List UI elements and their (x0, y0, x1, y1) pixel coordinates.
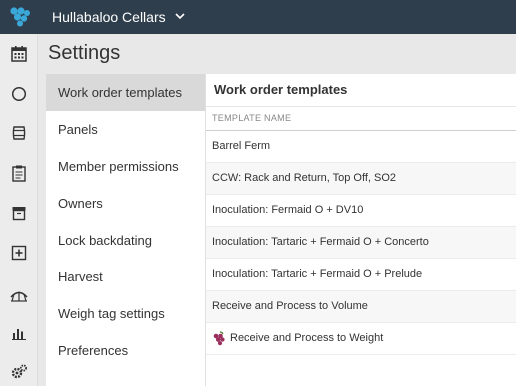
template-name[interactable]: Receive and Process to Volume (212, 300, 368, 312)
table-row[interactable]: Inoculation: Tartaric + Fermaid O + Prel… (206, 259, 516, 291)
gears-icon[interactable] (10, 363, 28, 381)
template-name[interactable]: CCW: Rack and Return, Top Off, SO2 (212, 172, 396, 184)
divider (206, 106, 516, 107)
submenu-item-work-order-templates[interactable]: Work order templates (46, 74, 205, 111)
submenu-item-panels[interactable]: Panels (46, 111, 205, 148)
submenu-item-lock-backdating[interactable]: Lock backdating (46, 222, 205, 259)
table-row[interactable]: Barrel Ferm (206, 131, 516, 163)
circle-icon[interactable] (10, 85, 28, 103)
vineyard-icon[interactable] (10, 285, 28, 303)
submenu-item-owners[interactable]: Owners (46, 185, 205, 222)
panel-title: Work order templates (214, 82, 348, 97)
grapes-icon (213, 331, 225, 346)
column-header-template-name[interactable]: TEMPLATE NAME (212, 113, 291, 123)
template-name[interactable]: Inoculation: Tartaric + Fermaid O + Conc… (212, 236, 429, 248)
chevron-down-icon[interactable] (174, 10, 186, 22)
page-title: Settings (48, 42, 121, 64)
archive-icon[interactable] (10, 204, 28, 222)
submenu-item-harvest[interactable]: Harvest (46, 258, 205, 295)
barrel-icon[interactable] (10, 124, 28, 142)
template-name[interactable]: Inoculation: Tartaric + Fermaid O + Prel… (212, 268, 422, 280)
table-row[interactable]: Receive and Process to Volume (206, 291, 516, 323)
table-row[interactable]: Inoculation: Fermaid O + DV10 (206, 195, 516, 227)
submenu-item-preferences[interactable]: Preferences (46, 332, 205, 369)
work-order-templates-panel: Work order templates TEMPLATE NAME Barre… (205, 74, 516, 386)
plus-square-icon[interactable] (10, 244, 28, 262)
table-row[interactable]: CCW: Rack and Return, Top Off, SO2 (206, 163, 516, 195)
template-name[interactable]: Receive and Process to Weight (230, 332, 383, 344)
calendar-icon[interactable] (10, 45, 28, 63)
template-name[interactable]: Barrel Ferm (212, 140, 270, 152)
grape-cluster-logo[interactable] (9, 6, 31, 28)
bar-chart-icon[interactable] (10, 324, 28, 342)
table-row[interactable]: Inoculation: Tartaric + Fermaid O + Conc… (206, 227, 516, 259)
submenu-item-weigh-tag-settings[interactable]: Weigh tag settings (46, 295, 205, 332)
clipboard-icon[interactable] (10, 164, 28, 182)
submenu-item-member-permissions[interactable]: Member permissions (46, 148, 205, 185)
left-nav (0, 34, 38, 386)
table-row[interactable]: Receive and Process to Weight (206, 323, 516, 355)
template-name[interactable]: Inoculation: Fermaid O + DV10 (212, 204, 363, 216)
settings-submenu: Work order templates Panels Member permi… (46, 74, 205, 386)
top-bar: Hullabaloo Cellars (0, 0, 516, 34)
organization-name[interactable]: Hullabaloo Cellars (52, 9, 166, 25)
